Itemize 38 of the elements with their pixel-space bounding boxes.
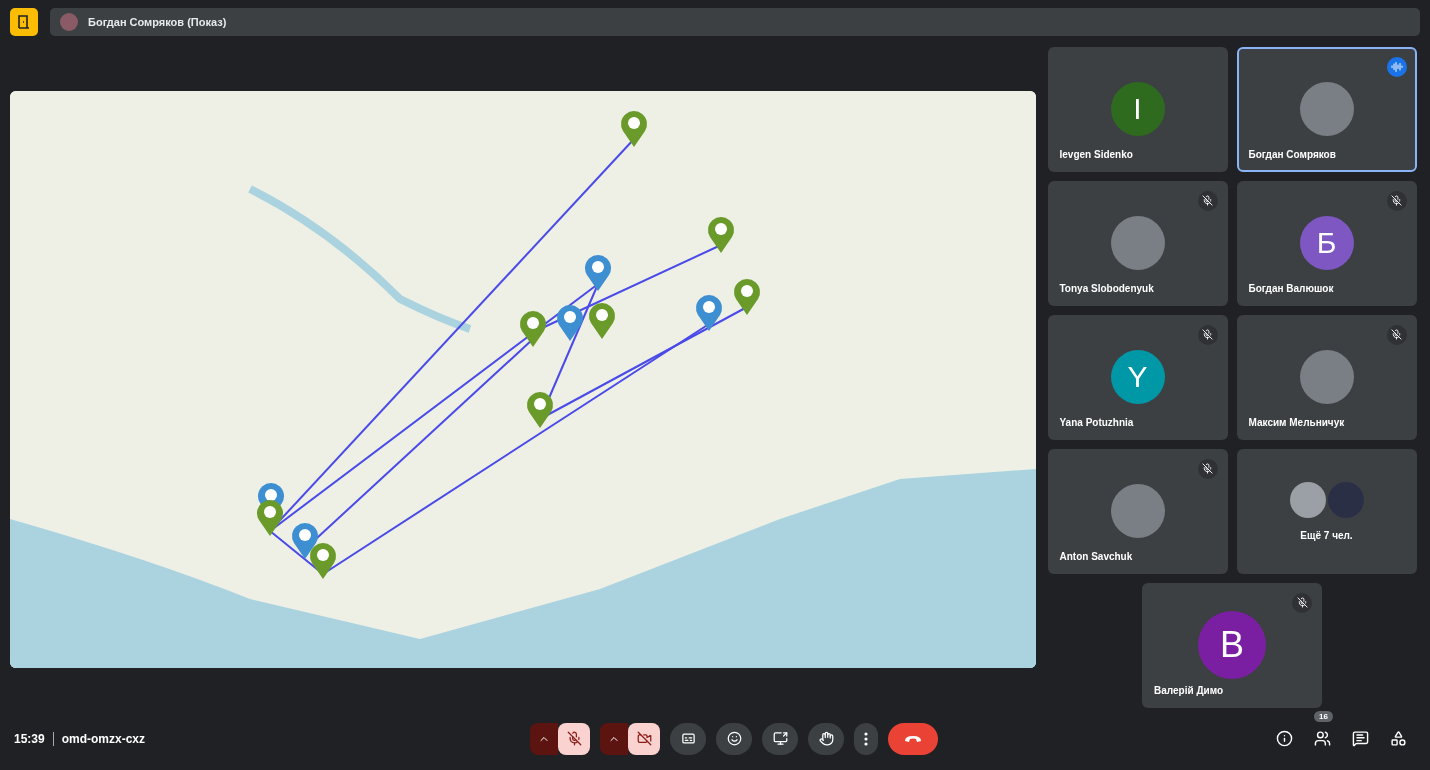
emoji-button[interactable] [716,722,752,755]
avatar-photo-placeholder [1289,481,1326,518]
people-count: 16 [1314,710,1333,722]
mic-off-icon [566,731,582,747]
participant-name: Ievgen Sidenko [1059,148,1133,160]
avatar-initial: В [1198,611,1266,680]
participant-name: Богдан Сомряков [1248,148,1336,160]
avatar-initial: Б [1299,216,1354,271]
exit-door-icon[interactable] [10,8,38,37]
more-vertical-icon [864,731,868,746]
smiley-icon [726,731,742,747]
present-screen-button[interactable] [762,722,798,755]
participant-name: Yana Potuzhnia [1059,416,1134,428]
participant-name: Максим Мельничук [1248,416,1345,428]
participant-name: Богдан Валюшок [1248,282,1334,294]
phone-icon [904,734,922,743]
clock-time: 15:39 [14,731,45,746]
camera-button[interactable] [628,722,660,755]
hand-icon [818,731,834,747]
captions-icon [680,731,696,747]
more-options-button[interactable] [854,722,878,755]
participant-name: Anton Savchuk [1059,550,1133,562]
screen-share-icon [772,731,788,747]
avatar-photo-placeholder [1327,481,1364,518]
avatar-initial: Y [1110,350,1165,405]
avatar-photo-placeholder [60,13,78,32]
presenter-name: Богдан Сомряков (Показ) [88,16,227,29]
raise-hand-button[interactable] [808,722,844,755]
speaking-icon [1386,56,1407,77]
captions-button[interactable] [670,722,706,755]
participant-name: Tonya Slobodenyuk [1059,282,1154,294]
meeting-code: omd-omzx-cxz [61,731,146,746]
avatar-initial: I [1110,82,1165,137]
microphone-button[interactable] [558,722,590,755]
camera-off-icon [636,731,652,747]
participant-name: Валерій Димо [1154,684,1224,696]
leave-call-button[interactable] [888,722,938,755]
more-participants-label: Ещё 7 чел. [1300,529,1353,541]
